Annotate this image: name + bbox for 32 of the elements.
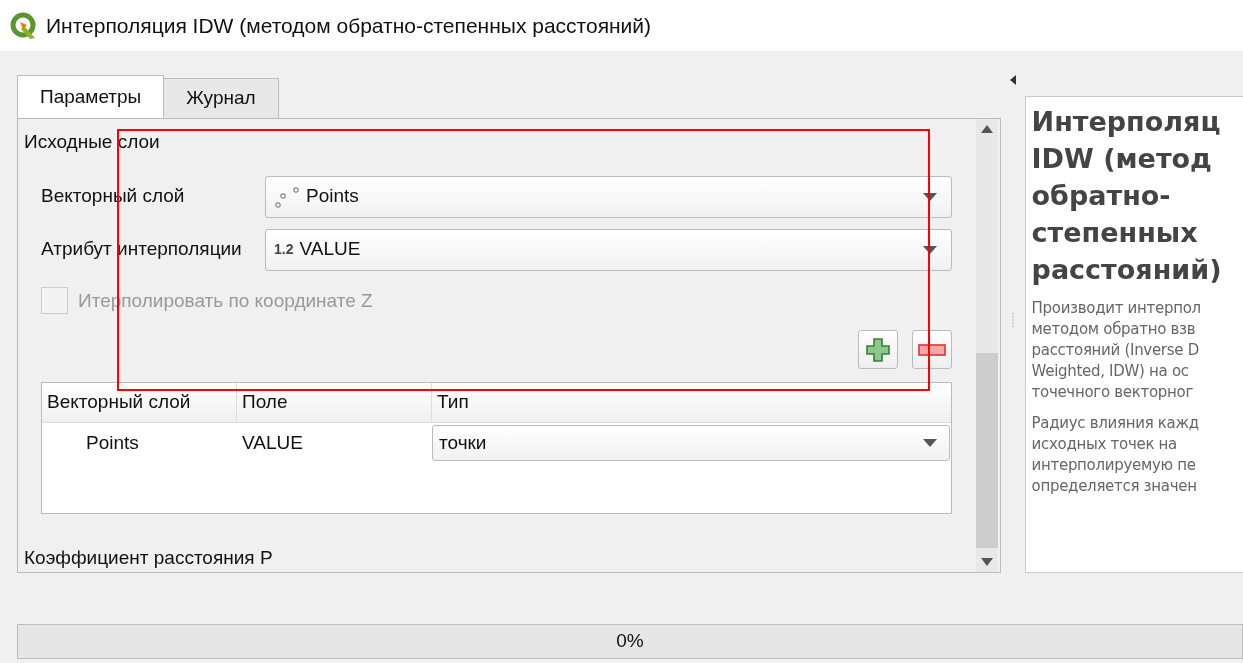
table-cell-text: VALUE <box>241 430 304 455</box>
caret-icon <box>922 245 937 254</box>
app-logo-icon <box>10 11 38 40</box>
progress-label: 0% <box>616 629 644 654</box>
tab[interactable]: Параметры <box>17 75 165 118</box>
section-title: Коэффициент расстояния P <box>24 545 273 570</box>
field-label: Атрибут интерполяции <box>40 237 243 262</box>
column-header: Тип <box>436 390 470 415</box>
help-paragraph: Радиус влияния кажд исходных точек на интерполируемую пе определяется значен <box>1031 413 1200 497</box>
scrollbar[interactable] <box>975 119 998 572</box>
window-title: Интерполяция IDW (методом обратно-степенных расстояний) <box>46 12 652 39</box>
remove-button[interactable] <box>911 330 952 369</box>
minus-icon <box>917 343 946 356</box>
scroll-up-icon[interactable] <box>980 125 993 133</box>
number-type-icon: 1.2 <box>274 239 294 260</box>
table-cell-text: Points <box>85 430 140 455</box>
column-header: Векторный слой <box>42 383 237 422</box>
type-dropdown[interactable]: точки <box>432 425 950 461</box>
scroll-thumb[interactable] <box>975 353 998 548</box>
collapse-icon[interactable] <box>1009 75 1016 85</box>
help-paragraph: Производит интерпол методом обратно взв расстояний (Inverse D Weighted, IDW) на ос точечного векторног <box>1031 298 1202 403</box>
layer-dropdown[interactable]: 1.2 VALUE <box>265 228 952 271</box>
help-title: Интерполяц IDW (метод обратно- степенных расстояний) <box>1031 105 1223 287</box>
plus-icon <box>864 336 891 363</box>
caret-icon <box>922 439 937 447</box>
section-title: Исходные слои <box>24 130 160 154</box>
caret-icon <box>922 192 937 201</box>
scroll-down-icon[interactable] <box>980 558 993 566</box>
column-header: Поле <box>237 383 432 422</box>
add-button[interactable] <box>857 330 898 369</box>
layer-dropdown[interactable]: Points <box>265 175 952 218</box>
tab[interactable]: Журнал <box>164 78 279 118</box>
